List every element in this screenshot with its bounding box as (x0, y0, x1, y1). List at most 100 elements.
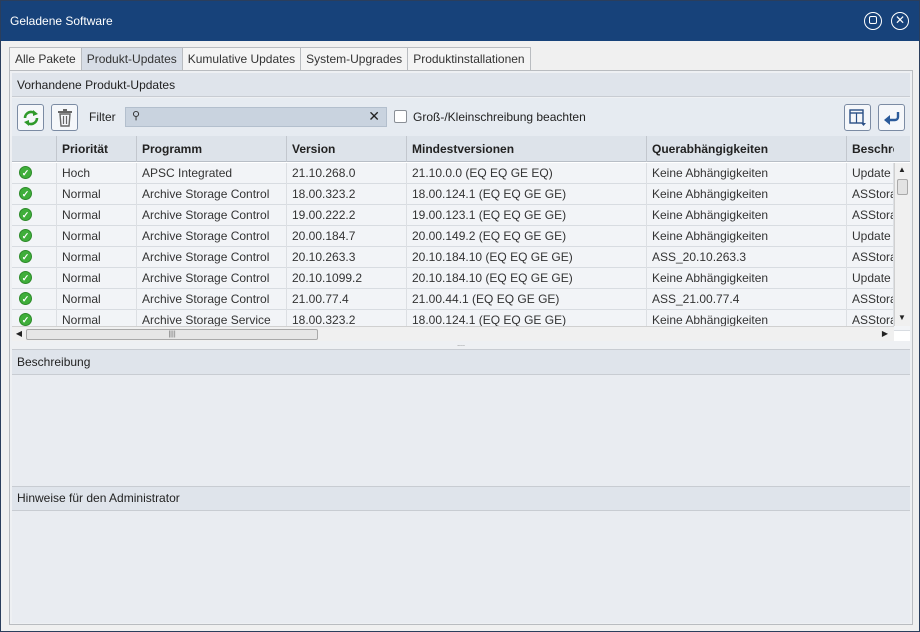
program-cell: Archive Storage Control (137, 289, 287, 310)
description-cell: ASStora (847, 247, 894, 268)
status-ok-icon: ✓ (19, 187, 32, 200)
case-sensitive-checkbox[interactable] (394, 110, 407, 123)
min-version-cell: 19.00.123.1 (EQ EQ GE GE) (407, 205, 647, 226)
clear-filter-icon[interactable]: ✕ (368, 108, 380, 125)
program-cell: Archive Storage Control (137, 184, 287, 205)
tab-all-packages[interactable]: Alle Pakete (9, 47, 81, 71)
filter-label: Filter (89, 110, 116, 124)
case-sensitive-label: Groß-/Kleinschreibung beachten (413, 110, 586, 124)
table-row[interactable]: ✓ Normal Archive Storage Control 20.00.184.… (12, 226, 910, 247)
refresh-icon (23, 110, 38, 126)
columns-button[interactable] (844, 104, 871, 131)
program-cell: Archive Storage Control (137, 247, 287, 268)
vertical-scroll-thumb[interactable] (897, 179, 908, 195)
status-ok-icon: ✓ (19, 229, 32, 242)
version-cell: 20.10.263.3 (287, 247, 407, 268)
min-version-cell: 20.10.184.10 (EQ EQ GE GE) (407, 247, 647, 268)
dependencies-cell: Keine Abhängigkeiten (647, 226, 847, 247)
maximize-icon (869, 16, 877, 24)
table-row[interactable]: ✓ Normal Archive Storage Control 18.00.323.… (12, 184, 910, 205)
status-ok-icon: ✓ (19, 250, 32, 263)
column-header-min-versions[interactable]: Mindestversionen (407, 136, 647, 162)
min-version-cell: 20.00.149.2 (EQ EQ GE GE) (407, 226, 647, 247)
dependencies-cell: Keine Abhängigkeiten (647, 268, 847, 289)
dependencies-cell: Keine Abhängigkeiten (647, 163, 847, 184)
description-section-title: Beschreibung (12, 349, 910, 375)
table-row[interactable]: ✓ Normal Archive Storage Control 19.00.222.… (12, 205, 910, 226)
close-button[interactable]: ✕ (891, 12, 909, 30)
status-ok-icon: ✓ (19, 271, 32, 284)
column-header-status[interactable] (12, 136, 57, 162)
priority-cell: Hoch (57, 163, 137, 184)
priority-cell: Normal (57, 289, 137, 310)
description-cell: Update (847, 268, 894, 289)
min-version-cell: 18.00.124.1 (EQ EQ GE GE) (407, 184, 647, 205)
tab-product-installations[interactable]: Produktinstallationen (407, 47, 531, 71)
table-row[interactable]: ✓ Normal Archive Storage Control 20.10.263.… (12, 247, 910, 268)
status-ok-icon: ✓ (19, 208, 32, 221)
dependencies-cell: Keine Abhängigkeiten (647, 184, 847, 205)
filter-input[interactable] (148, 109, 358, 125)
status-cell: ✓ (12, 184, 57, 205)
table-row[interactable]: ✓ Normal Archive Storage Control 20.10.1099… (12, 268, 910, 289)
version-cell: 21.10.268.0 (287, 163, 407, 184)
table-row[interactable]: ✓ Hoch APSC Integrated 21.10.268.0 21.10.0.0… (12, 163, 910, 184)
dependencies-cell: ASS_20.10.263.3 (647, 247, 847, 268)
status-cell: ✓ (12, 289, 57, 310)
scroll-down-icon[interactable]: ▼ (895, 313, 909, 322)
version-cell: 20.00.184.7 (287, 226, 407, 247)
column-header-dependencies[interactable]: Querabhängigkeiten (647, 136, 847, 162)
delete-button[interactable] (51, 104, 78, 131)
description-cell: Update (847, 226, 894, 247)
priority-cell: Normal (57, 268, 137, 289)
back-button[interactable] (878, 104, 905, 131)
status-ok-icon: ✓ (19, 292, 32, 305)
version-cell: 18.00.323.2 (287, 184, 407, 205)
tab-cumulative-updates[interactable]: Kumulative Updates (181, 47, 301, 71)
description-content (12, 375, 910, 486)
version-cell: 21.00.77.4 (287, 289, 407, 310)
status-cell: ✓ (12, 163, 57, 184)
status-ok-icon: ✓ (19, 166, 32, 179)
maximize-button[interactable] (864, 12, 882, 30)
dependencies-cell: Keine Abhängigkeiten (647, 205, 847, 226)
scroll-right-icon[interactable]: ▶ (878, 329, 892, 338)
horizontal-scrollbar[interactable]: ◀ |||| ▶ (12, 326, 894, 341)
column-header-program-label: Programm (142, 142, 203, 156)
vertical-scrollbar[interactable]: ▲ ▼ (894, 163, 910, 326)
table-header: Priorität Programm ▲▼ Version Mindestver… (12, 136, 910, 162)
priority-cell: Normal (57, 205, 137, 226)
updates-section-title: Vorhandene Produkt-Updates (12, 73, 910, 97)
version-cell: 19.00.222.2 (287, 205, 407, 226)
tab-system-upgrades[interactable]: System-Upgrades (300, 47, 408, 71)
program-cell: Archive Storage Control (137, 268, 287, 289)
status-cell: ✓ (12, 205, 57, 226)
min-version-cell: 20.10.184.10 (EQ EQ GE GE) (407, 268, 647, 289)
column-header-description[interactable]: Beschreib (847, 136, 894, 162)
tab-product-updates[interactable]: Produkt-Updates (80, 47, 182, 71)
horizontal-scroll-thumb[interactable]: |||| (26, 329, 318, 340)
trash-icon (57, 109, 72, 127)
status-cell: ✓ (12, 268, 57, 289)
pane-splitter[interactable]: .... (12, 341, 910, 348)
min-version-cell: 21.00.44.1 (EQ EQ GE GE) (407, 289, 647, 310)
close-icon: ✕ (894, 13, 906, 27)
description-cell: ASStora (847, 184, 894, 205)
min-version-cell: 21.10.0.0 (EQ EQ GE EQ) (407, 163, 647, 184)
scroll-left-icon[interactable]: ◀ (12, 329, 26, 338)
column-header-version[interactable]: Version (287, 136, 407, 162)
scroll-up-icon[interactable]: ▲ (895, 165, 909, 174)
refresh-button[interactable] (17, 104, 44, 131)
column-header-priority[interactable]: Priorität (57, 136, 137, 162)
back-arrow-icon (883, 112, 899, 125)
title-bar: Geladene Software ✕ (1, 1, 919, 41)
status-cell: ✓ (12, 247, 57, 268)
description-cell: ASStora (847, 289, 894, 310)
version-cell: 20.10.1099.2 (287, 268, 407, 289)
column-header-program[interactable]: Programm ▲▼ (137, 136, 287, 162)
table-row[interactable]: ✓ Normal Archive Storage Control 21.00.77.4… (12, 289, 910, 310)
columns-icon (848, 109, 866, 126)
priority-cell: Normal (57, 247, 137, 268)
admin-notes-content (12, 511, 910, 623)
priority-cell: Normal (57, 226, 137, 247)
